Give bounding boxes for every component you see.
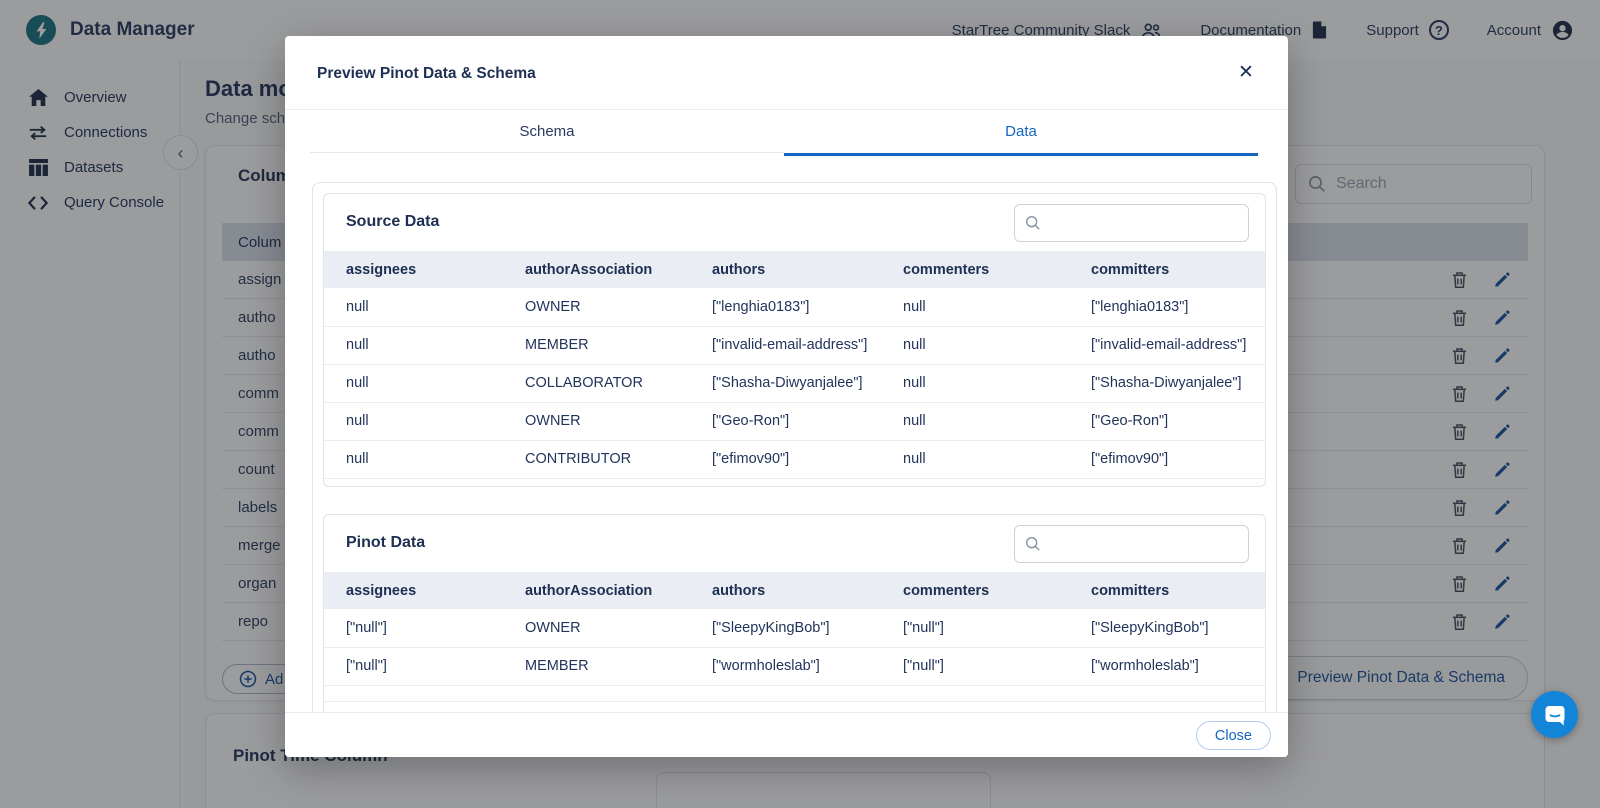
column-header: authorAssociation: [503, 251, 690, 288]
close-icon[interactable]: ✕: [1232, 58, 1260, 86]
table-cell: null: [324, 364, 503, 403]
modal-body: Source Data assignees authorAssociation au…: [285, 156, 1288, 712]
tab-schema[interactable]: Schema: [310, 110, 784, 156]
table-cell: ["null"]: [324, 609, 503, 648]
column-header: commenters: [881, 572, 1069, 609]
table-row: null OWNER ["lenghia0183"] null ["lenghia018…: [324, 288, 1265, 327]
pinot-data-table: assignees authorAssociation authors comment…: [324, 572, 1265, 686]
source-data-card: Source Data assignees authorAssociation au…: [323, 193, 1266, 487]
source-data-title: Source Data: [346, 213, 440, 230]
table-cell: MEMBER: [503, 326, 690, 365]
source-data-search[interactable]: [1014, 204, 1249, 242]
table-cell: ["null"]: [324, 647, 503, 686]
search-icon: [1025, 536, 1041, 552]
chat-widget-button[interactable]: [1531, 691, 1578, 738]
clipped-row: [324, 686, 1265, 702]
table-cell: null: [881, 288, 1069, 327]
preview-frame: Source Data assignees authorAssociation au…: [312, 182, 1277, 712]
table-cell: null: [881, 440, 1069, 479]
column-header: authorAssociation: [503, 572, 690, 609]
table-cell: OWNER: [503, 402, 690, 441]
column-header: commenters: [881, 251, 1069, 288]
table-cell: ["null"]: [881, 647, 1069, 686]
column-header: assignees: [324, 251, 503, 288]
table-cell: ["lenghia0183"]: [1069, 288, 1265, 327]
table-row: ["null"] OWNER ["SleepyKingBob"] ["null"] ["…: [324, 609, 1265, 648]
table-cell: null: [324, 402, 503, 441]
table-cell: ["wormholeslab"]: [690, 647, 881, 686]
preview-modal: Preview Pinot Data & Schema ✕ Schema Dat…: [285, 36, 1288, 757]
table-cell: ["invalid-email-address"]: [1069, 326, 1265, 365]
table-cell: null: [881, 364, 1069, 403]
table-row: null COLLABORATOR ["Shasha-Diwyanjalee"] nu…: [324, 364, 1265, 403]
table-cell: ["Shasha-Diwyanjalee"]: [1069, 364, 1265, 403]
table-cell: MEMBER: [503, 647, 690, 686]
table-cell: ["invalid-email-address"]: [690, 326, 881, 365]
search-input[interactable]: [1049, 536, 1238, 552]
close-button[interactable]: Close: [1195, 721, 1271, 750]
table-cell: null: [881, 326, 1069, 365]
chat-icon: [1543, 703, 1567, 727]
modal-header: Preview Pinot Data & Schema ✕: [285, 36, 1288, 110]
pinot-data-search[interactable]: [1014, 525, 1249, 563]
table-cell: null: [324, 440, 503, 479]
pinot-data-title: Pinot Data: [346, 534, 426, 551]
table-row: ["null"] MEMBER ["wormholeslab"] ["null"] ["…: [324, 647, 1265, 686]
modal-tabs: Schema Data: [310, 110, 1258, 156]
column-header: assignees: [324, 572, 503, 609]
table-row: null MEMBER ["invalid-email-address"] null[…: [324, 326, 1265, 365]
table-cell: ["efimov90"]: [690, 440, 881, 479]
table-cell: null: [324, 326, 503, 365]
column-header: authors: [690, 251, 881, 288]
table-cell: ["Geo-Ron"]: [1069, 402, 1265, 441]
source-data-table: assignees authorAssociation authors comment…: [324, 251, 1265, 479]
table-cell: ["Geo-Ron"]: [690, 402, 881, 441]
modal-footer: Close: [285, 712, 1288, 757]
table-cell: ["SleepyKingBob"]: [1069, 609, 1265, 648]
table-cell: null: [881, 402, 1069, 441]
column-header: authors: [690, 572, 881, 609]
column-header: committers: [1069, 572, 1265, 609]
modal-title: Preview Pinot Data & Schema: [317, 65, 536, 82]
table-row: null OWNER ["Geo-Ron"] null ["Geo-Ron"]: [324, 402, 1265, 441]
column-header: committers: [1069, 251, 1265, 288]
table-cell: COLLABORATOR: [503, 364, 690, 403]
table-row: null CONTRIBUTOR ["efimov90"] null ["efimov9…: [324, 440, 1265, 479]
table-cell: null: [324, 288, 503, 327]
pinot-data-card: Pinot Data assignees authorAssociation aut…: [323, 514, 1266, 712]
table-cell: OWNER: [503, 609, 690, 648]
table-cell: ["SleepyKingBob"]: [690, 609, 881, 648]
search-icon: [1025, 215, 1041, 231]
table-cell: ["null"]: [881, 609, 1069, 648]
search-input[interactable]: [1049, 215, 1238, 231]
table-cell: ["wormholeslab"]: [1069, 647, 1265, 686]
table-cell: OWNER: [503, 288, 690, 327]
table-cell: ["lenghia0183"]: [690, 288, 881, 327]
table-cell: ["efimov90"]: [1069, 440, 1265, 479]
tab-data[interactable]: Data: [784, 110, 1258, 156]
table-cell: CONTRIBUTOR: [503, 440, 690, 479]
table-cell: ["Shasha-Diwyanjalee"]: [690, 364, 881, 403]
